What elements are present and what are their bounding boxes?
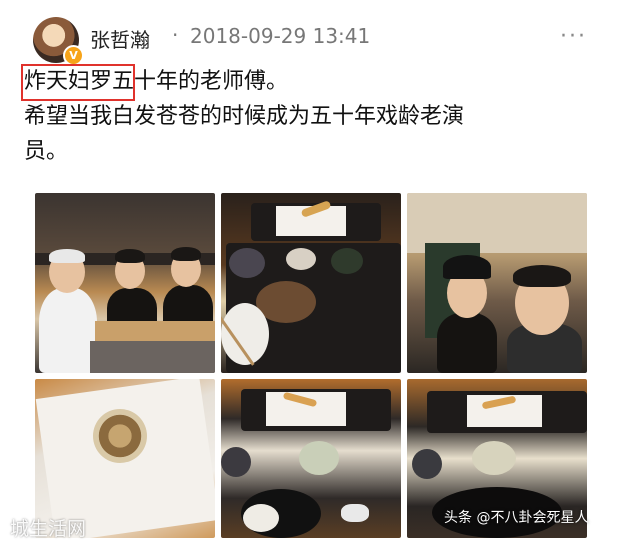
post-text-line: 希望当我白发苍苍的时候成为五十年戏龄老演 (24, 104, 465, 129)
post-timestamp: 2018-09-29 13:41 (190, 24, 371, 48)
avatar[interactable]: V (33, 17, 84, 66)
post-text-line: 员。 (24, 139, 69, 164)
watermark-left: 城生活网 (10, 518, 87, 540)
photo-tempura-dinner-table[interactable] (221, 193, 401, 373)
separator-dot: · (172, 23, 179, 47)
photo-two-men-selfie[interactable] (407, 193, 587, 373)
tempura-piece (93, 409, 147, 463)
highlight-box (21, 64, 135, 101)
more-options-icon[interactable]: ··· (560, 24, 587, 49)
photo-chef-with-two-men[interactable] (35, 193, 215, 373)
chef-figure (39, 288, 97, 373)
verified-badge-icon: V (63, 45, 84, 66)
watermark-right: 头条 @不八卦会死星人 (444, 510, 589, 526)
photo-tempura-set-plates[interactable] (221, 379, 401, 538)
author-name[interactable]: 张哲瀚 (90, 24, 150, 53)
